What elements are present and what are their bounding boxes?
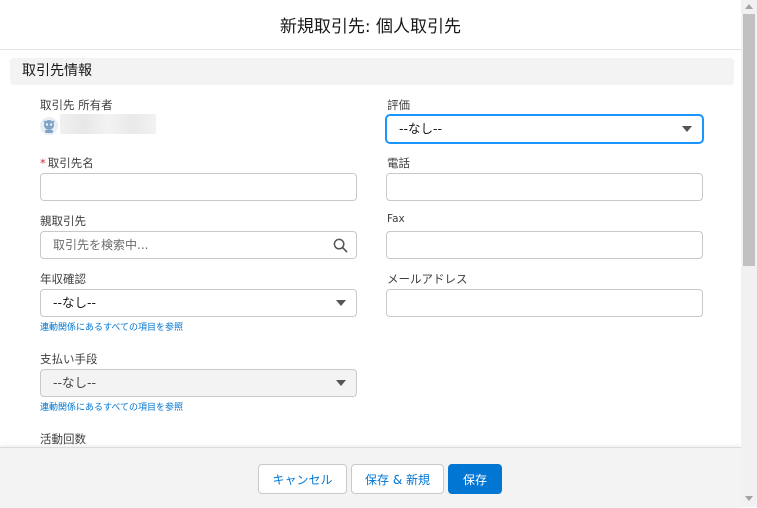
fax-input[interactable]: [386, 231, 703, 259]
modal-header: 新規取引先: 個人取引先: [0, 0, 741, 50]
rating-select[interactable]: --なし--: [386, 115, 703, 143]
scrollbar-thumb[interactable]: [743, 14, 755, 266]
email-label: メールアドレス: [387, 272, 468, 286]
new-account-modal: 新規取引先: 個人取引先 取引先情報 取引先 所有者 評価 --なし-- * 取引…: [0, 0, 741, 508]
email-input[interactable]: [386, 289, 703, 317]
chevron-down-icon: [682, 126, 692, 132]
scroll-up-arrow-icon[interactable]: [745, 4, 753, 9]
modal-footer: キャンセル 保存 & 新規 保存: [0, 447, 741, 508]
search-icon[interactable]: [333, 238, 348, 253]
rating-value: --なし--: [399, 121, 443, 136]
rating-label: 評価: [387, 98, 410, 112]
cancel-button[interactable]: キャンセル: [258, 464, 347, 494]
chevron-down-icon: [336, 300, 346, 306]
annual-check-dependencies-link[interactable]: 連動関係にあるすべての項目を参照: [40, 320, 183, 333]
activity-count-label: 活動回数: [40, 432, 86, 446]
section-header-account-info[interactable]: 取引先情報: [10, 58, 734, 85]
owner-label: 取引先 所有者: [40, 98, 113, 112]
payment-method-select[interactable]: --なし--: [40, 369, 357, 397]
save-and-new-button[interactable]: 保存 & 新規: [351, 464, 444, 494]
payment-method-label: 支払い手段: [40, 352, 98, 366]
parent-account-label: 親取引先: [40, 214, 86, 228]
owner-name-redacted: [60, 114, 156, 134]
account-name-input[interactable]: [40, 173, 357, 201]
user-avatar-icon: [40, 117, 58, 135]
payment-method-value: --なし--: [53, 375, 97, 390]
account-name-label-text: 取引先名: [47, 156, 94, 170]
annual-check-value: --なし--: [53, 295, 97, 310]
scrollbar[interactable]: [741, 0, 757, 507]
account-name-label: * 取引先名: [40, 155, 94, 171]
phone-label: 電話: [387, 156, 410, 170]
annual-check-label: 年収確認: [40, 272, 86, 286]
chevron-down-icon: [336, 380, 346, 386]
phone-input[interactable]: [386, 173, 703, 201]
parent-account-placeholder: 取引先を検索中...: [53, 238, 149, 252]
parent-account-search-input[interactable]: 取引先を検索中...: [40, 231, 357, 259]
modal-title: 新規取引先: 個人取引先: [279, 17, 462, 37]
annual-check-select[interactable]: --なし--: [40, 289, 357, 317]
save-button[interactable]: 保存: [448, 464, 502, 494]
fax-label: Fax: [387, 213, 405, 225]
scroll-down-arrow-icon[interactable]: [745, 496, 753, 501]
payment-method-dependencies-link[interactable]: 連動関係にあるすべての項目を参照: [40, 400, 183, 413]
required-indicator: *: [40, 156, 46, 170]
